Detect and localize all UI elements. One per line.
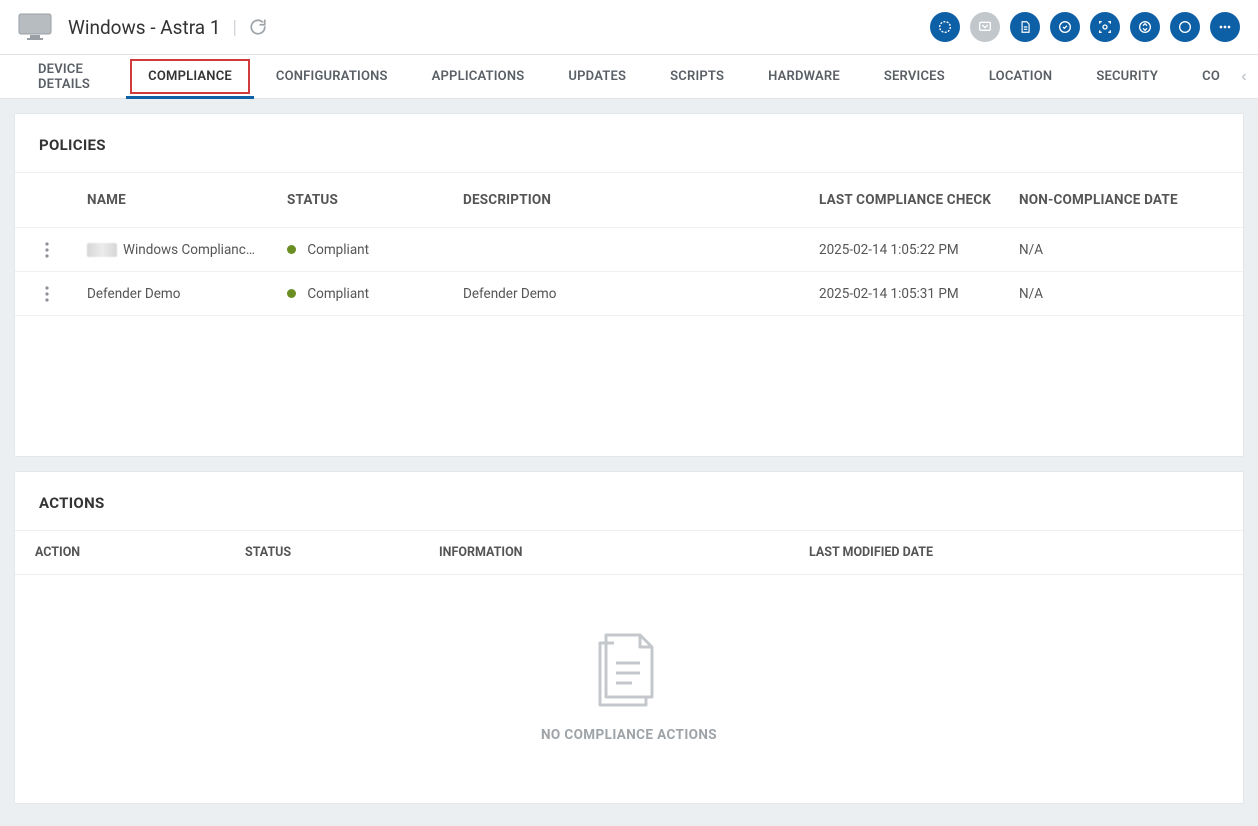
remote-screen-icon bbox=[970, 12, 1000, 42]
policy-status: Compliant bbox=[307, 242, 369, 258]
table-row: Defender Demo Compliant Defender Demo 20… bbox=[15, 272, 1243, 316]
tab-scripts[interactable]: SCRIPTS bbox=[648, 55, 746, 98]
tabs-scroll-icon[interactable] bbox=[1238, 55, 1250, 98]
policy-name-cell: Defender Demo bbox=[79, 276, 279, 312]
policy-name-cell: Windows Complianc… bbox=[79, 232, 279, 268]
policy-last-check: 2025-02-14 1:05:31 PM bbox=[811, 276, 1011, 312]
tab-applications[interactable]: APPLICATIONS bbox=[410, 55, 547, 98]
actions-card: ACTIONS ACTION STATUS INFORMATION LAST M… bbox=[14, 471, 1244, 804]
monitor-icon bbox=[18, 13, 52, 41]
policies-header-row: NAME STATUS DESCRIPTION LAST COMPLIANCE … bbox=[15, 173, 1243, 228]
row-menu-icon[interactable] bbox=[15, 232, 79, 268]
tabs-bar: DEVICE DETAILS COMPLIANCE CONFIGURATIONS… bbox=[0, 55, 1258, 99]
policies-empty-space bbox=[15, 316, 1243, 456]
tab-configurations[interactable]: CONFIGURATIONS bbox=[254, 55, 410, 98]
tab-updates[interactable]: UPDATES bbox=[546, 55, 648, 98]
tab-device-details[interactable]: DEVICE DETAILS bbox=[16, 55, 126, 98]
scan-action-icon[interactable] bbox=[1090, 12, 1120, 42]
col-action[interactable]: ACTION bbox=[35, 545, 245, 560]
policy-name: Defender Demo bbox=[87, 286, 180, 302]
policy-description bbox=[455, 240, 811, 260]
col-action-status[interactable]: STATUS bbox=[245, 545, 439, 560]
policy-status-cell: Compliant bbox=[279, 276, 455, 312]
export-action-icon[interactable] bbox=[1130, 12, 1160, 42]
power-action-icon[interactable] bbox=[1170, 12, 1200, 42]
status-dot-icon bbox=[287, 289, 296, 298]
policy-name: Windows Complianc… bbox=[123, 242, 255, 258]
policy-status: Compliant bbox=[307, 286, 369, 302]
table-row: Windows Complianc… Compliant 2025-02-14 … bbox=[15, 228, 1243, 272]
page-header: Windows - Astra 1 | bbox=[0, 0, 1258, 55]
tab-security[interactable]: SECURITY bbox=[1074, 55, 1180, 98]
refresh-button[interactable] bbox=[249, 18, 267, 36]
policies-table: NAME STATUS DESCRIPTION LAST COMPLIANCE … bbox=[15, 173, 1243, 316]
row-menu-icon[interactable] bbox=[15, 276, 79, 312]
status-dot-icon bbox=[287, 245, 296, 254]
tab-services[interactable]: SERVICES bbox=[862, 55, 967, 98]
col-description[interactable]: DESCRIPTION bbox=[455, 180, 811, 220]
col-last-modified[interactable]: LAST MODIFIED DATE bbox=[809, 545, 1189, 560]
policy-description: Defender Demo bbox=[455, 276, 811, 312]
policies-card: POLICIES NAME STATUS DESCRIPTION LAST CO… bbox=[14, 113, 1244, 457]
empty-document-icon bbox=[586, 625, 672, 711]
policy-noncompliance-date: N/A bbox=[1011, 276, 1191, 312]
empty-state-label: NO COMPLIANCE ACTIONS bbox=[541, 727, 717, 743]
obscured-badge bbox=[87, 243, 117, 257]
col-noncompliance-date[interactable]: NON-COMPLIANCE DATE bbox=[1011, 180, 1191, 220]
actions-empty-state: NO COMPLIANCE ACTIONS bbox=[15, 575, 1243, 803]
document-action-icon[interactable] bbox=[1010, 12, 1040, 42]
policies-title: POLICIES bbox=[15, 114, 1243, 173]
header-actions bbox=[930, 12, 1240, 42]
device-title: Windows - Astra 1 bbox=[68, 16, 221, 39]
col-information[interactable]: INFORMATION bbox=[439, 545, 809, 560]
refresh-action-icon[interactable] bbox=[1050, 12, 1080, 42]
actions-table: ACTION STATUS INFORMATION LAST MODIFIED … bbox=[15, 531, 1243, 575]
actions-title: ACTIONS bbox=[15, 472, 1243, 531]
policy-status-cell: Compliant bbox=[279, 232, 455, 268]
policy-last-check: 2025-02-14 1:05:22 PM bbox=[811, 232, 1011, 268]
col-status[interactable]: STATUS bbox=[279, 180, 455, 220]
tab-hardware[interactable]: HARDWARE bbox=[746, 55, 862, 98]
col-name[interactable]: NAME bbox=[79, 180, 279, 220]
tab-overflow[interactable]: CO bbox=[1180, 55, 1242, 98]
col-last-check[interactable]: LAST COMPLIANCE CHECK bbox=[811, 180, 1011, 220]
more-actions-icon[interactable] bbox=[1210, 12, 1240, 42]
tab-compliance[interactable]: COMPLIANCE bbox=[126, 55, 254, 98]
tab-location[interactable]: LOCATION bbox=[967, 55, 1074, 98]
sync-action-icon[interactable] bbox=[930, 12, 960, 42]
actions-header-row: ACTION STATUS INFORMATION LAST MODIFIED … bbox=[15, 531, 1243, 575]
header-divider: | bbox=[233, 17, 237, 38]
policy-noncompliance-date: N/A bbox=[1011, 232, 1191, 268]
